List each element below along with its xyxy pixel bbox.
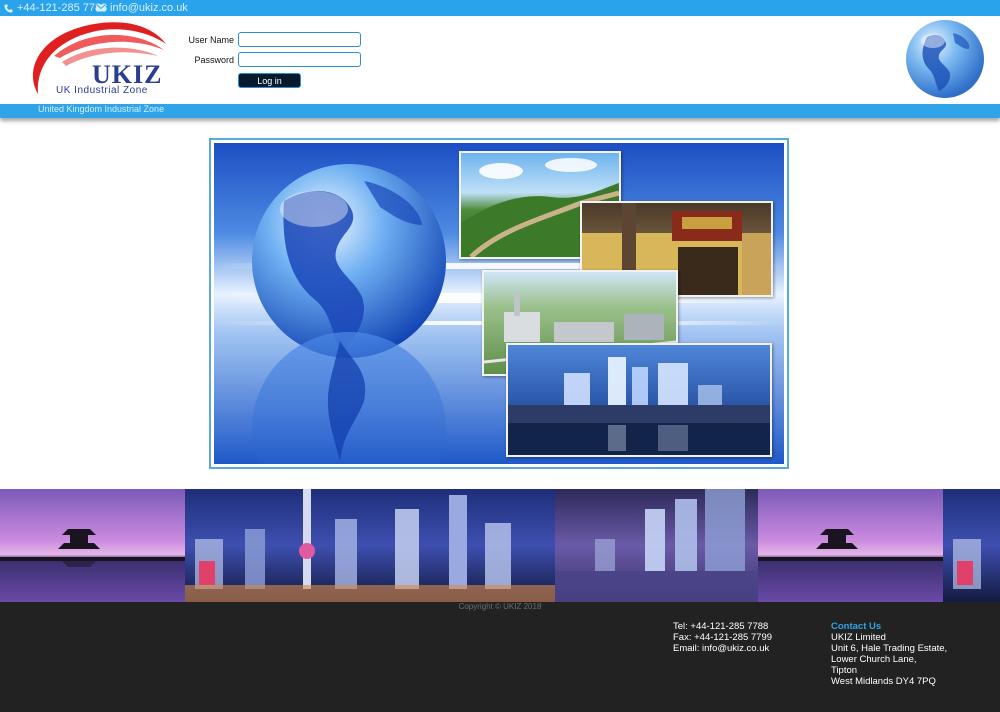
- address-line: UKIZ Limited: [831, 632, 886, 643]
- password-input[interactable]: [238, 52, 361, 67]
- skyline-graphic: [953, 539, 981, 589]
- tagline-strip: United Kingdom Industrial Zone: [0, 104, 1000, 118]
- pagoda-panel: [0, 489, 185, 602]
- city-skyline-graphic: [508, 357, 770, 455]
- address-line: Tipton: [831, 665, 858, 676]
- footer: Copyright © UKIZ 2018 Tel: +44-121-285 7…: [0, 602, 1000, 712]
- globe-graphic: [252, 164, 446, 464]
- footer-fax: Fax: +44-121-285 7799: [673, 632, 773, 643]
- page: +44-121-285 7788 info@ukiz.co.uk UKIZ UK…: [0, 0, 1000, 712]
- header: UKIZ UK Industrial Zone User Name Passwo…: [0, 16, 1000, 104]
- username-label: User Name: [188, 35, 234, 45]
- tagline-text: United Kingdom Industrial Zone: [38, 104, 165, 114]
- address-line: Unit 6, Hale Trading Estate,: [831, 643, 948, 654]
- address-line: Lower Church Lane,: [831, 654, 917, 665]
- phone-icon: [4, 3, 13, 13]
- towers-panel: [555, 489, 758, 602]
- skyline-graphic: [185, 489, 555, 602]
- city-skyline-photo: [506, 343, 772, 457]
- footer-contact: Tel: +44-121-285 7788 Fax: +44-121-285 7…: [673, 621, 772, 654]
- copyright: Copyright © UKIZ 2018: [458, 602, 542, 611]
- top-contact-bar: +44-121-285 7788 info@ukiz.co.uk: [0, 0, 1000, 16]
- skyline-panel: [185, 489, 555, 602]
- contact-us-heading: Contact Us: [831, 621, 882, 632]
- pagoda-graphic: [0, 529, 185, 567]
- pagoda-graphic: [758, 529, 943, 561]
- pagoda-panel: [758, 489, 943, 602]
- towers-graphic: [555, 489, 758, 602]
- address-line: West Midlands DY4 7PQ: [831, 676, 936, 687]
- top-phone-text: +44-121-285 7788: [17, 2, 108, 14]
- logo[interactable]: UKIZ UK Industrial Zone: [24, 16, 172, 104]
- hero-collage: [214, 143, 784, 464]
- login-button[interactable]: Log in: [238, 73, 301, 88]
- globe-icon: [906, 20, 984, 98]
- username-row: User Name: [186, 32, 366, 48]
- mail-icon: [96, 4, 106, 12]
- city-banner: [0, 489, 1000, 602]
- footer-address: Contact Us UKIZ Limited Unit 6, Hale Tra…: [831, 621, 947, 687]
- top-email-text[interactable]: info@ukiz.co.uk: [110, 0, 188, 16]
- username-input[interactable]: [238, 32, 361, 47]
- footer-tel: Tel: +44-121-285 7788: [673, 621, 769, 632]
- hero-image: [209, 138, 789, 469]
- logo-subtitle: UK Industrial Zone: [56, 85, 148, 96]
- footer-email[interactable]: Email: info@ukiz.co.uk: [673, 643, 772, 654]
- password-row: Password: [186, 52, 366, 68]
- top-phone: +44-121-285 7788: [4, 0, 107, 16]
- password-label: Password: [194, 55, 234, 65]
- top-email[interactable]: info@ukiz.co.uk: [96, 0, 188, 16]
- skyline-panel: [943, 489, 1000, 602]
